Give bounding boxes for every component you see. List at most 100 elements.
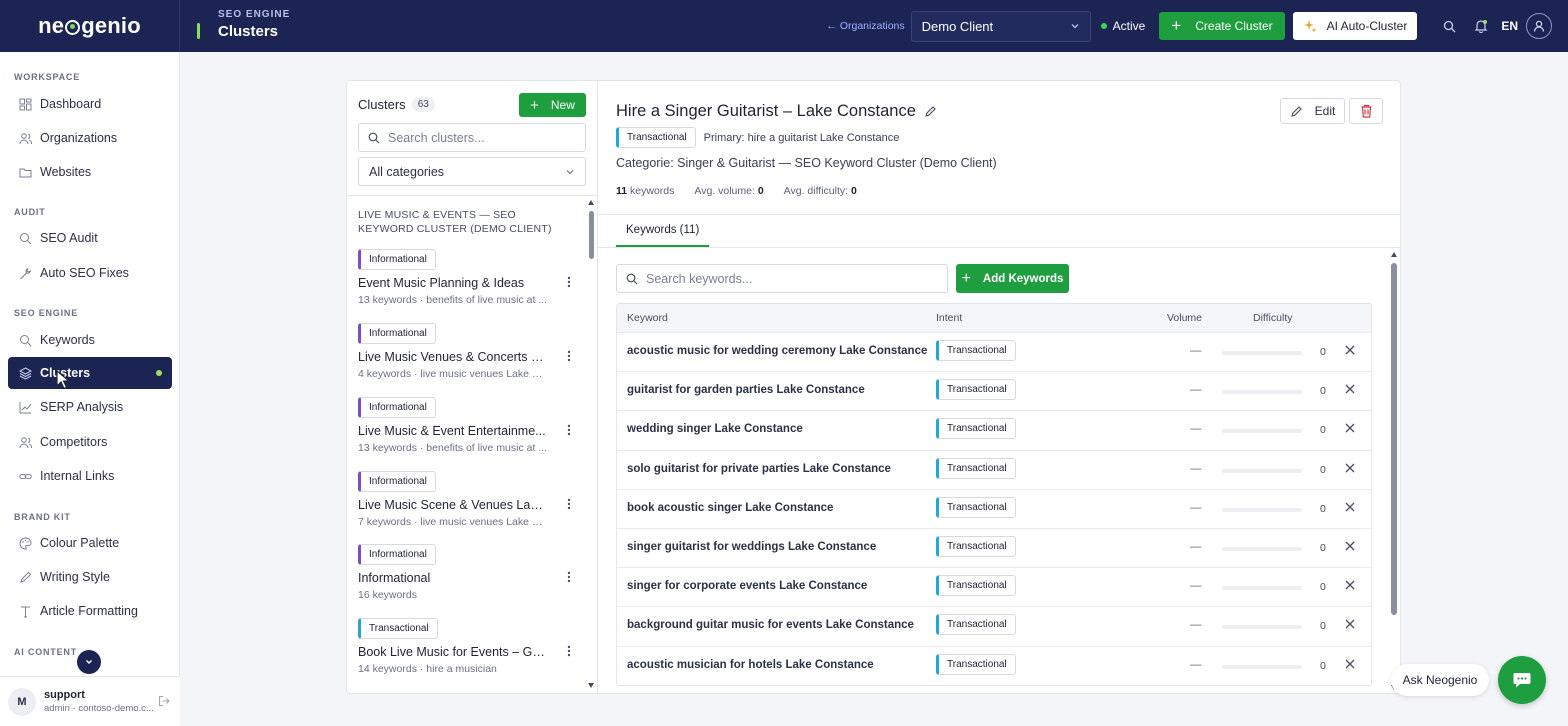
status-dot-icon	[1100, 23, 1107, 29]
user-menu-button[interactable]	[1526, 13, 1552, 39]
cluster-search-input[interactable]	[388, 130, 578, 145]
cluster-detail-panel: Hire a Singer Guitarist – Lake Constance…	[597, 80, 1401, 694]
sidebar-item-colour-palette[interactable]: Colour Palette	[8, 527, 172, 559]
remove-keyword-icon[interactable]	[1344, 383, 1356, 395]
user-profile[interactable]: M support admin · contoso-demo.c...	[0, 676, 180, 726]
sidebar-item-keywords[interactable]: Keywords	[8, 324, 172, 356]
remove-keyword-icon[interactable]	[1344, 658, 1356, 670]
intent-badge: Transactional	[936, 614, 1016, 636]
sidebar-item-serp-analysis[interactable]: SERP Analysis	[8, 391, 172, 423]
remove-keyword-icon[interactable]	[1344, 344, 1356, 356]
table-row[interactable]: acoustic music for wedding ceremony Lake…	[617, 332, 1371, 371]
page-heading: SEO ENGINE Clusters	[196, 9, 290, 40]
cluster-list-item[interactable]: Informational Live Music Venues & Concer…	[358, 323, 578, 393]
sidebar-scroll-down-button[interactable]	[77, 650, 101, 674]
table-row[interactable]: book acoustic singer Lake Constance Trans…	[617, 488, 1371, 528]
sidebar-item-clusters[interactable]: Clusters	[8, 357, 172, 389]
remove-keyword-icon[interactable]	[1344, 618, 1356, 630]
divider	[598, 214, 1400, 215]
chevron-down-icon	[1070, 21, 1080, 31]
category-filter-select[interactable]: All categories	[358, 157, 586, 186]
cluster-list-item[interactable]: Informational Informational 16 keywords	[358, 544, 578, 614]
sidebar-item-article-formatting[interactable]: Article Formatting	[8, 595, 172, 627]
keywords-scrollbar[interactable]	[1390, 251, 1398, 691]
remove-keyword-icon[interactable]	[1344, 422, 1356, 434]
ask-assistant-button[interactable]: Ask Neogenio	[1391, 664, 1489, 696]
logo[interactable]: ne genio	[0, 0, 180, 52]
keyword-search-box	[616, 264, 948, 293]
edit-cluster-button[interactable]: Edit	[1280, 98, 1345, 124]
ai-auto-cluster-button[interactable]: AI Auto-Cluster	[1292, 12, 1418, 40]
sidebar-item-seo-audit[interactable]: SEO Audit	[8, 222, 172, 254]
column-header-volume[interactable]: Volume	[1167, 312, 1202, 324]
column-header-intent[interactable]: Intent	[936, 312, 962, 324]
remove-keyword-icon[interactable]	[1344, 501, 1356, 513]
table-row[interactable]: singer guitarist for weddings Lake Const…	[617, 527, 1371, 567]
keyword-search-input[interactable]	[646, 271, 936, 286]
intent-badge: Transactional	[936, 496, 1016, 518]
more-vertical-icon[interactable]	[562, 497, 576, 511]
intent-badge: Informational	[358, 544, 436, 565]
column-header-difficulty[interactable]: Difficulty	[1253, 312, 1292, 324]
language-switch[interactable]: EN	[1501, 19, 1518, 33]
sidebar-item-websites[interactable]: Websites	[8, 156, 172, 188]
more-vertical-icon[interactable]	[562, 423, 576, 437]
notifications-button[interactable]	[1467, 12, 1495, 40]
search-button[interactable]	[1435, 12, 1463, 40]
intent-badge: Transactional	[616, 127, 696, 148]
column-header-keyword[interactable]: Keyword	[627, 312, 668, 324]
user-role: admin · contoso-demo.c...	[44, 703, 154, 714]
more-vertical-icon[interactable]	[562, 275, 576, 289]
clusters-list-scrollbar[interactable]	[588, 199, 594, 689]
remove-keyword-icon[interactable]	[1344, 579, 1356, 591]
cluster-list-item[interactable]: Informational Live Music Scene & Venues …	[358, 471, 578, 541]
volume-cell: —	[1190, 423, 1202, 436]
edit-title-icon[interactable]	[924, 105, 937, 118]
difficulty-bar	[1222, 429, 1302, 434]
volume-cell: —	[1190, 384, 1202, 397]
table-row[interactable]: solo guitarist for private parties Lake …	[617, 449, 1371, 489]
table-row[interactable]: wedding singer Lake Constance Transaction…	[617, 410, 1371, 449]
more-vertical-icon[interactable]	[562, 349, 576, 363]
intent-badge: Transactional	[936, 418, 1016, 440]
more-vertical-icon[interactable]	[562, 644, 576, 658]
remove-keyword-icon[interactable]	[1344, 462, 1356, 474]
sidebar-item-auto-seo-fixes[interactable]: Auto SEO Fixes	[8, 257, 172, 289]
difficulty-cell: 0	[1320, 346, 1326, 358]
remove-keyword-icon[interactable]	[1344, 540, 1356, 552]
scrollbar-thumb[interactable]	[589, 211, 594, 259]
create-cluster-button[interactable]: + Create Cluster	[1159, 12, 1285, 40]
sidebar-item-dashboard[interactable]: Dashboard	[8, 88, 172, 120]
logout-icon[interactable]	[158, 695, 170, 707]
layers-icon	[18, 366, 32, 380]
cluster-list-item[interactable]: Transactional Book Live Music for Events…	[358, 618, 578, 688]
new-cluster-button[interactable]: + New	[519, 93, 586, 117]
add-keywords-button[interactable]: + Add Keywords	[956, 264, 1069, 293]
sidebar-item-competitors[interactable]: Competitors	[8, 426, 172, 458]
sidebar-item-writing-style[interactable]: Writing Style	[8, 561, 172, 593]
client-select[interactable]: Demo Client	[910, 10, 1091, 42]
scrollbar-thumb[interactable]	[1391, 263, 1397, 615]
table-row[interactable]: acoustic musician for hotels Lake Consta…	[617, 645, 1371, 685]
tab-keywords[interactable]: Keywords (11)	[616, 215, 710, 247]
plus-icon: +	[530, 96, 539, 114]
chat-button[interactable]	[1498, 656, 1546, 704]
organizations-link[interactable]: ← Organizations	[826, 20, 904, 32]
sidebar-item-internal-links[interactable]: Internal Links	[8, 460, 172, 492]
table-row[interactable]: guitarist for garden parties Lake Consta…	[617, 371, 1371, 410]
more-vertical-icon[interactable]	[562, 570, 576, 584]
stat-difficulty: Avg. difficulty: 0	[784, 185, 857, 197]
keyword-cell: acoustic music for wedding ceremony Lake…	[627, 345, 928, 357]
delete-cluster-button[interactable]	[1349, 98, 1383, 124]
cluster-list-item[interactable]: Informational Live Music & Event Enterta…	[358, 397, 578, 467]
text-icon	[18, 604, 32, 618]
table-row[interactable]: background guitar music for events Lake …	[617, 606, 1371, 645]
volume-cell: —	[1190, 345, 1202, 357]
intent-badge: Informational	[358, 323, 436, 344]
keyword-cell: singer guitarist for weddings Lake Const…	[627, 540, 877, 553]
chevron-down-icon	[565, 167, 575, 177]
table-row[interactable]: singer for corporate events Lake Constan…	[617, 567, 1371, 606]
sidebar-item-organizations[interactable]: Organizations	[8, 122, 172, 154]
cluster-list-item[interactable]: Informational Event Music Planning & Ide…	[358, 249, 578, 319]
scroll-down-icon	[588, 683, 594, 688]
